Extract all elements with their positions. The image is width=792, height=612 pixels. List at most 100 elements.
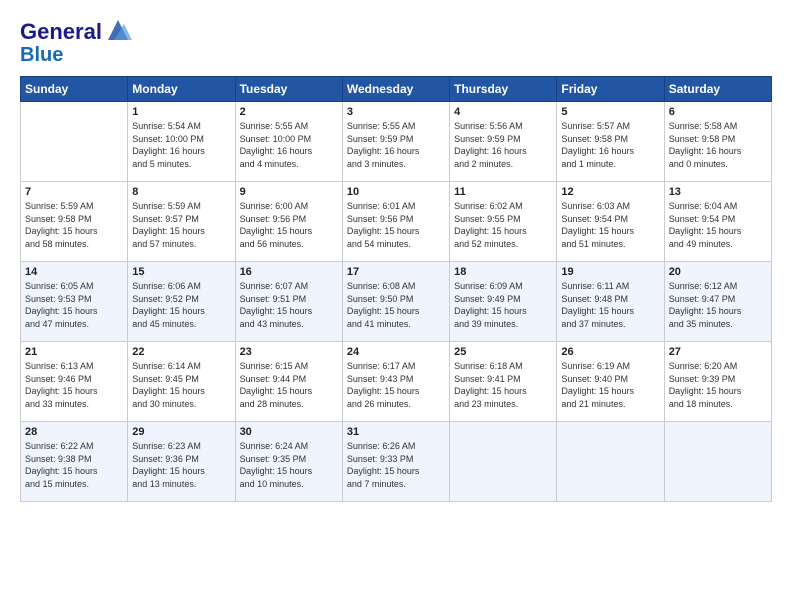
day-cell: 31 Sunrise: 6:26 AM Sunset: 9:33 PM Dayli… [342,422,449,502]
day-cell: 17 Sunrise: 6:08 AM Sunset: 9:50 PM Dayli… [342,262,449,342]
day-number: 4 [454,106,552,118]
main-container: General Blue SundayMondayTuesdayWednesda… [0,0,792,512]
col-header-thursday: Thursday [450,77,557,102]
day-number: 11 [454,186,552,198]
col-header-wednesday: Wednesday [342,77,449,102]
day-cell: 20 Sunrise: 6:12 AM Sunset: 9:47 PM Dayli… [664,262,771,342]
day-cell: 13 Sunrise: 6:04 AM Sunset: 9:54 PM Dayli… [664,182,771,262]
day-detail: Sunrise: 6:14 AM Sunset: 9:45 PM Dayligh… [132,360,230,410]
week-row-4: 21 Sunrise: 6:13 AM Sunset: 9:46 PM Dayli… [21,342,772,422]
day-number: 1 [132,106,230,118]
day-cell: 23Sunrise: 6:15 AM Sunset: 9:44 PM Dayli… [235,342,342,422]
day-number: 5 [561,106,659,118]
day-detail: Sunrise: 5:55 AM Sunset: 10:00 PM Daylig… [240,120,338,170]
day-number: 24 [347,346,445,358]
day-number: 18 [454,266,552,278]
day-detail: Sunrise: 5:54 AM Sunset: 10:00 PM Daylig… [132,120,230,170]
week-row-3: 14 Sunrise: 6:05 AM Sunset: 9:53 PM Dayli… [21,262,772,342]
day-cell: 11 Sunrise: 6:02 AM Sunset: 9:55 PM Dayli… [450,182,557,262]
day-number: 20 [669,266,767,278]
day-cell [664,422,771,502]
day-cell: 1 Sunrise: 5:54 AM Sunset: 10:00 PM Dayli… [128,102,235,182]
day-cell: 15Sunrise: 6:06 AM Sunset: 9:52 PM Dayli… [128,262,235,342]
day-number: 8 [132,186,230,198]
header: General Blue [20,20,772,66]
day-number: 16 [240,266,338,278]
day-number: 13 [669,186,767,198]
header-row: SundayMondayTuesdayWednesdayThursdayFrid… [21,77,772,102]
day-cell: 6 Sunrise: 5:58 AM Sunset: 9:58 PM Daylig… [664,102,771,182]
day-detail: Sunrise: 5:59 AM Sunset: 9:58 PM Dayligh… [25,200,123,250]
day-detail: Sunrise: 6:01 AM Sunset: 9:56 PM Dayligh… [347,200,445,250]
day-cell: 4 Sunrise: 5:56 AM Sunset: 9:59 PM Daylig… [450,102,557,182]
day-cell: 22Sunrise: 6:14 AM Sunset: 9:45 PM Dayli… [128,342,235,422]
day-cell [557,422,664,502]
day-detail: Sunrise: 6:20 AM Sunset: 9:39 PM Dayligh… [669,360,767,410]
day-cell: 18 Sunrise: 6:09 AM Sunset: 9:49 PM Dayli… [450,262,557,342]
day-detail: Sunrise: 6:09 AM Sunset: 9:49 PM Dayligh… [454,280,552,330]
day-number: 27 [669,346,767,358]
calendar-table: SundayMondayTuesdayWednesdayThursdayFrid… [20,76,772,502]
day-cell: 2Sunrise: 5:55 AM Sunset: 10:00 PM Dayli… [235,102,342,182]
day-detail: Sunrise: 5:56 AM Sunset: 9:59 PM Dayligh… [454,120,552,170]
day-cell: 27 Sunrise: 6:20 AM Sunset: 9:39 PM Dayli… [664,342,771,422]
day-detail: Sunrise: 5:55 AM Sunset: 9:59 PM Dayligh… [347,120,445,170]
col-header-tuesday: Tuesday [235,77,342,102]
week-row-2: 7 Sunrise: 5:59 AM Sunset: 9:58 PM Daylig… [21,182,772,262]
day-detail: Sunrise: 6:07 AM Sunset: 9:51 PM Dayligh… [240,280,338,330]
day-detail: Sunrise: 6:26 AM Sunset: 9:33 PM Dayligh… [347,440,445,490]
day-detail: Sunrise: 6:00 AM Sunset: 9:56 PM Dayligh… [240,200,338,250]
day-number: 14 [25,266,123,278]
day-detail: Sunrise: 6:06 AM Sunset: 9:52 PM Dayligh… [132,280,230,330]
col-header-friday: Friday [557,77,664,102]
logo-blue: Blue [20,44,63,66]
day-cell: 3Sunrise: 5:55 AM Sunset: 9:59 PM Daylig… [342,102,449,182]
day-detail: Sunrise: 6:03 AM Sunset: 9:54 PM Dayligh… [561,200,659,250]
logo: General Blue [20,20,132,66]
day-detail: Sunrise: 6:05 AM Sunset: 9:53 PM Dayligh… [25,280,123,330]
day-detail: Sunrise: 6:04 AM Sunset: 9:54 PM Dayligh… [669,200,767,250]
day-detail: Sunrise: 6:13 AM Sunset: 9:46 PM Dayligh… [25,360,123,410]
day-number: 12 [561,186,659,198]
day-number: 10 [347,186,445,198]
week-row-5: 28 Sunrise: 6:22 AM Sunset: 9:38 PM Dayli… [21,422,772,502]
day-cell [21,102,128,182]
day-number: 30 [240,426,338,438]
day-number: 6 [669,106,767,118]
day-detail: Sunrise: 6:12 AM Sunset: 9:47 PM Dayligh… [669,280,767,330]
day-number: 29 [132,426,230,438]
day-cell: 19 Sunrise: 6:11 AM Sunset: 9:48 PM Dayli… [557,262,664,342]
logo-general: General [20,20,102,44]
day-cell: 8 Sunrise: 5:59 AM Sunset: 9:57 PM Daylig… [128,182,235,262]
day-number: 31 [347,426,445,438]
day-detail: Sunrise: 6:11 AM Sunset: 9:48 PM Dayligh… [561,280,659,330]
day-cell: 14 Sunrise: 6:05 AM Sunset: 9:53 PM Dayli… [21,262,128,342]
day-number: 28 [25,426,123,438]
day-number: 19 [561,266,659,278]
day-number: 7 [25,186,123,198]
day-detail: Sunrise: 6:22 AM Sunset: 9:38 PM Dayligh… [25,440,123,490]
day-cell: 21 Sunrise: 6:13 AM Sunset: 9:46 PM Dayli… [21,342,128,422]
day-number: 9 [240,186,338,198]
day-detail: Sunrise: 6:17 AM Sunset: 9:43 PM Dayligh… [347,360,445,410]
day-detail: Sunrise: 5:58 AM Sunset: 9:58 PM Dayligh… [669,120,767,170]
week-row-1: 1 Sunrise: 5:54 AM Sunset: 10:00 PM Dayli… [21,102,772,182]
day-detail: Sunrise: 6:18 AM Sunset: 9:41 PM Dayligh… [454,360,552,410]
col-header-saturday: Saturday [664,77,771,102]
day-detail: Sunrise: 6:15 AM Sunset: 9:44 PM Dayligh… [240,360,338,410]
day-cell [450,422,557,502]
day-number: 26 [561,346,659,358]
day-cell: 5Sunrise: 5:57 AM Sunset: 9:58 PM Daylig… [557,102,664,182]
day-cell: 26Sunrise: 6:19 AM Sunset: 9:40 PM Dayli… [557,342,664,422]
day-number: 21 [25,346,123,358]
day-cell: 7 Sunrise: 5:59 AM Sunset: 9:58 PM Daylig… [21,182,128,262]
day-cell: 12 Sunrise: 6:03 AM Sunset: 9:54 PM Dayli… [557,182,664,262]
day-cell: 10 Sunrise: 6:01 AM Sunset: 9:56 PM Dayli… [342,182,449,262]
day-detail: Sunrise: 6:08 AM Sunset: 9:50 PM Dayligh… [347,280,445,330]
day-detail: Sunrise: 6:02 AM Sunset: 9:55 PM Dayligh… [454,200,552,250]
day-number: 17 [347,266,445,278]
day-cell: 28 Sunrise: 6:22 AM Sunset: 9:38 PM Dayli… [21,422,128,502]
day-number: 25 [454,346,552,358]
logo-icon [104,16,132,44]
day-detail: Sunrise: 5:59 AM Sunset: 9:57 PM Dayligh… [132,200,230,250]
